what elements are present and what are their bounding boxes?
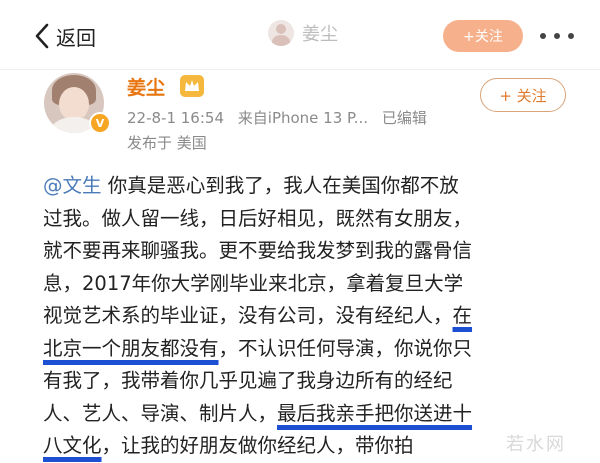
post-text: 息，2017年你大学刚毕业来北京，拿着复旦大学 (43, 271, 464, 295)
post-location: 发布于 美国 (127, 134, 207, 152)
underlined-text: 北京一个朋友都没有 (43, 336, 219, 360)
crown-icon (180, 75, 204, 97)
nav-profile[interactable]: 姜尘 (268, 20, 338, 46)
underlined-text: 在 (452, 304, 473, 327)
nav-follow-button[interactable]: +关注 (443, 20, 523, 52)
nav-avatar (268, 20, 294, 46)
post-meta: 22-8-1 16:54 来自iPhone 13 P... 已编辑 (127, 107, 436, 128)
dot (540, 33, 546, 39)
dot (554, 33, 560, 39)
post-text-line: 视觉艺术系的毕业证，没有公司，没有经纪人，在 (43, 300, 573, 333)
back-button[interactable]: 返回 (34, 18, 96, 54)
mention-link[interactable]: @文生 (43, 174, 102, 197)
author-name[interactable]: 姜尘 (127, 73, 165, 100)
underlined-text: 最后我亲手把你送进十 (277, 401, 473, 425)
back-label: 返回 (56, 25, 96, 50)
post-time: 22-8-1 16:54 (127, 109, 224, 127)
verified-icon: V (89, 112, 111, 134)
post-source: 来自iPhone 13 P... (237, 109, 369, 127)
watermark: 若水网 (506, 434, 566, 455)
post-text-line: @文生 你真是恶心到我了，我人在美国你都不放 (43, 170, 573, 203)
post-text: 你真是恶心到我了，我人在美国你都不放 (101, 174, 459, 197)
nav-title: 姜尘 (302, 24, 338, 45)
top-nav-bar: 返回 姜尘 +关注 (0, 0, 600, 70)
post-text: ，让我的好朋友做你经纪人，带你拍 (101, 434, 414, 457)
chevron-left-icon (35, 23, 49, 49)
post-text: 过我。做人留一线，日后好相见，既然有女朋友， (43, 206, 473, 230)
dot (568, 33, 574, 39)
follow-button[interactable]: + 关注 (480, 78, 566, 112)
post-text-line: 人、艺人、导演、制片人，最后我亲手把你送进十 (43, 398, 573, 431)
post-text-line: 北京一个朋友都没有，不认识任何导演，你说你只 (43, 333, 573, 366)
post-body: @文生 你真是恶心到我了，我人在美国你都不放过我。做人留一线，日后好相见，既然有… (43, 170, 573, 463)
post-text: 有我了，我带着你几乎见遍了我身边所有的经纪 (43, 369, 453, 392)
nav-divider (0, 69, 600, 70)
edited-label: 已编辑 (381, 109, 427, 127)
post-text: 视觉艺术系的毕业证，没有公司，没有经纪人， (43, 304, 453, 327)
post-text-line: 过我。做人留一线，日后好相见，既然有女朋友， (43, 203, 573, 236)
post-text-line: 八文化，让我的好朋友做你经纪人，带你拍 (43, 430, 573, 463)
more-dots-icon[interactable] (540, 24, 574, 48)
post-text-line: 有我了，我带着你几乎见遍了我身边所有的经纪 (43, 365, 573, 398)
post-text: ，不认识任何导演，你说你只 (218, 336, 473, 360)
post-text: 人、艺人、导演、制片人， (43, 401, 278, 425)
post-text: 就不要再来聊骚我。更不要给我发梦到我的露骨信 (43, 239, 473, 262)
post-text-line: 息，2017年你大学刚毕业来北京，拿着复旦大学 (43, 268, 573, 301)
underlined-text: 八文化 (43, 434, 102, 457)
post-text-line: 就不要再来聊骚我。更不要给我发梦到我的露骨信 (43, 235, 573, 268)
